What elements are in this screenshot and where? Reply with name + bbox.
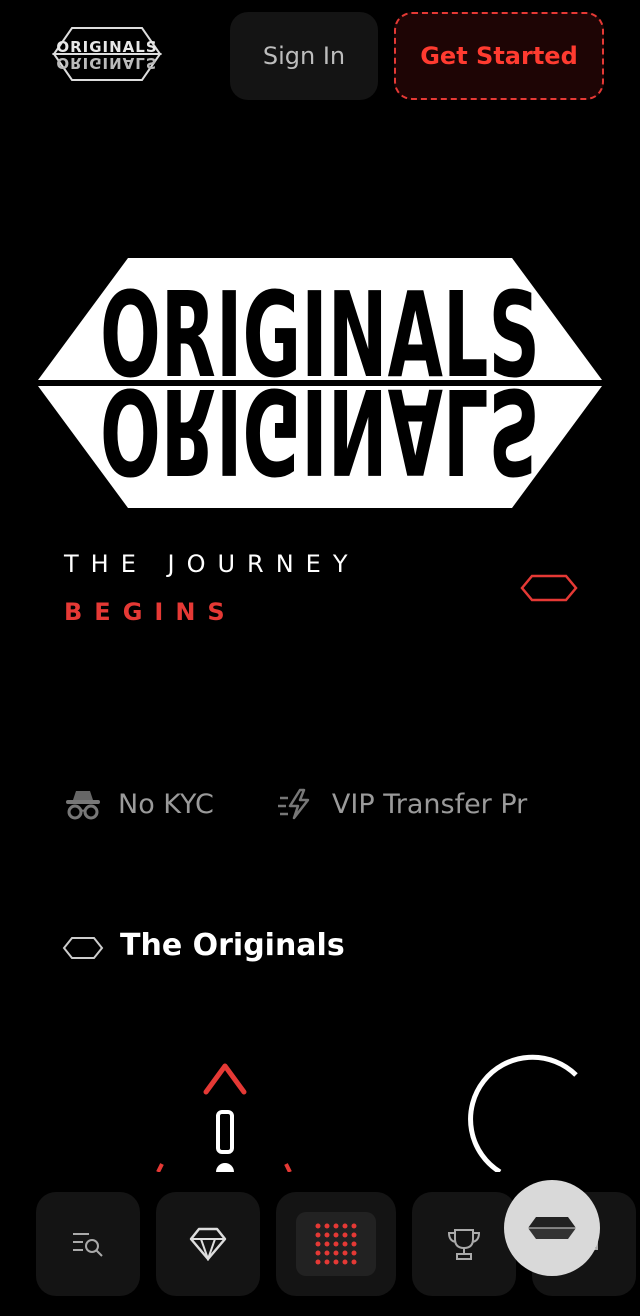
feature-item: VIP Transfer Pr bbox=[277, 788, 528, 820]
fast-transfer-icon bbox=[277, 788, 310, 820]
logo-wordmark-reflection: ORIGINALS bbox=[56, 54, 157, 72]
nav-vip-button[interactable] bbox=[156, 1192, 260, 1296]
circle-arc-icon bbox=[468, 1054, 578, 1172]
tagline-line-2: BEGINS bbox=[64, 598, 237, 626]
originals-logo-mark: ORIGINALS ORIGINALS bbox=[52, 27, 162, 81]
trophy-icon bbox=[447, 1229, 481, 1260]
bottom-navigation bbox=[0, 1176, 640, 1316]
nav-trophy-button[interactable] bbox=[412, 1192, 516, 1296]
search-list-icon bbox=[73, 1233, 103, 1257]
feature-item: No KYC bbox=[64, 788, 214, 820]
feature-label: VIP Transfer Pr bbox=[331, 788, 528, 820]
logo-wordmark-top: ORIGINALS bbox=[56, 38, 157, 56]
nav-games-button[interactable] bbox=[276, 1192, 396, 1296]
hero-wordmark-top: ORIGINALS bbox=[100, 266, 540, 404]
incognito-icon bbox=[66, 791, 100, 820]
originals-fab-button[interactable] bbox=[504, 1180, 600, 1276]
features-marquee: No KYC VIP Transfer Pr bbox=[64, 780, 576, 828]
feature-label: No KYC bbox=[118, 788, 214, 820]
header-logo[interactable]: ORIGINALS ORIGINALS bbox=[46, 22, 168, 86]
originals-logo-icon bbox=[528, 1217, 576, 1239]
games-grid-icon bbox=[315, 1223, 357, 1265]
nav-search-button[interactable] bbox=[36, 1192, 140, 1296]
hero-logo: ORIGINALS ORIGINALS bbox=[38, 252, 602, 512]
get-started-button[interactable]: Get Started bbox=[394, 12, 604, 100]
hexagon-badge-icon bbox=[520, 574, 578, 602]
hero-wordmark-reflection: ORIGINALS bbox=[100, 362, 540, 500]
exclamation-icon bbox=[216, 1110, 234, 1154]
sign-in-button[interactable]: Sign In bbox=[230, 12, 378, 100]
game-graphics-peek bbox=[0, 1040, 640, 1172]
tagline-line-1: THE JOURNEY bbox=[64, 550, 360, 578]
section-title: The Originals bbox=[120, 928, 345, 963]
chevron-up-icon bbox=[203, 1063, 247, 1095]
section-hexagon-icon bbox=[62, 937, 104, 959]
diamond-icon bbox=[189, 1227, 227, 1261]
